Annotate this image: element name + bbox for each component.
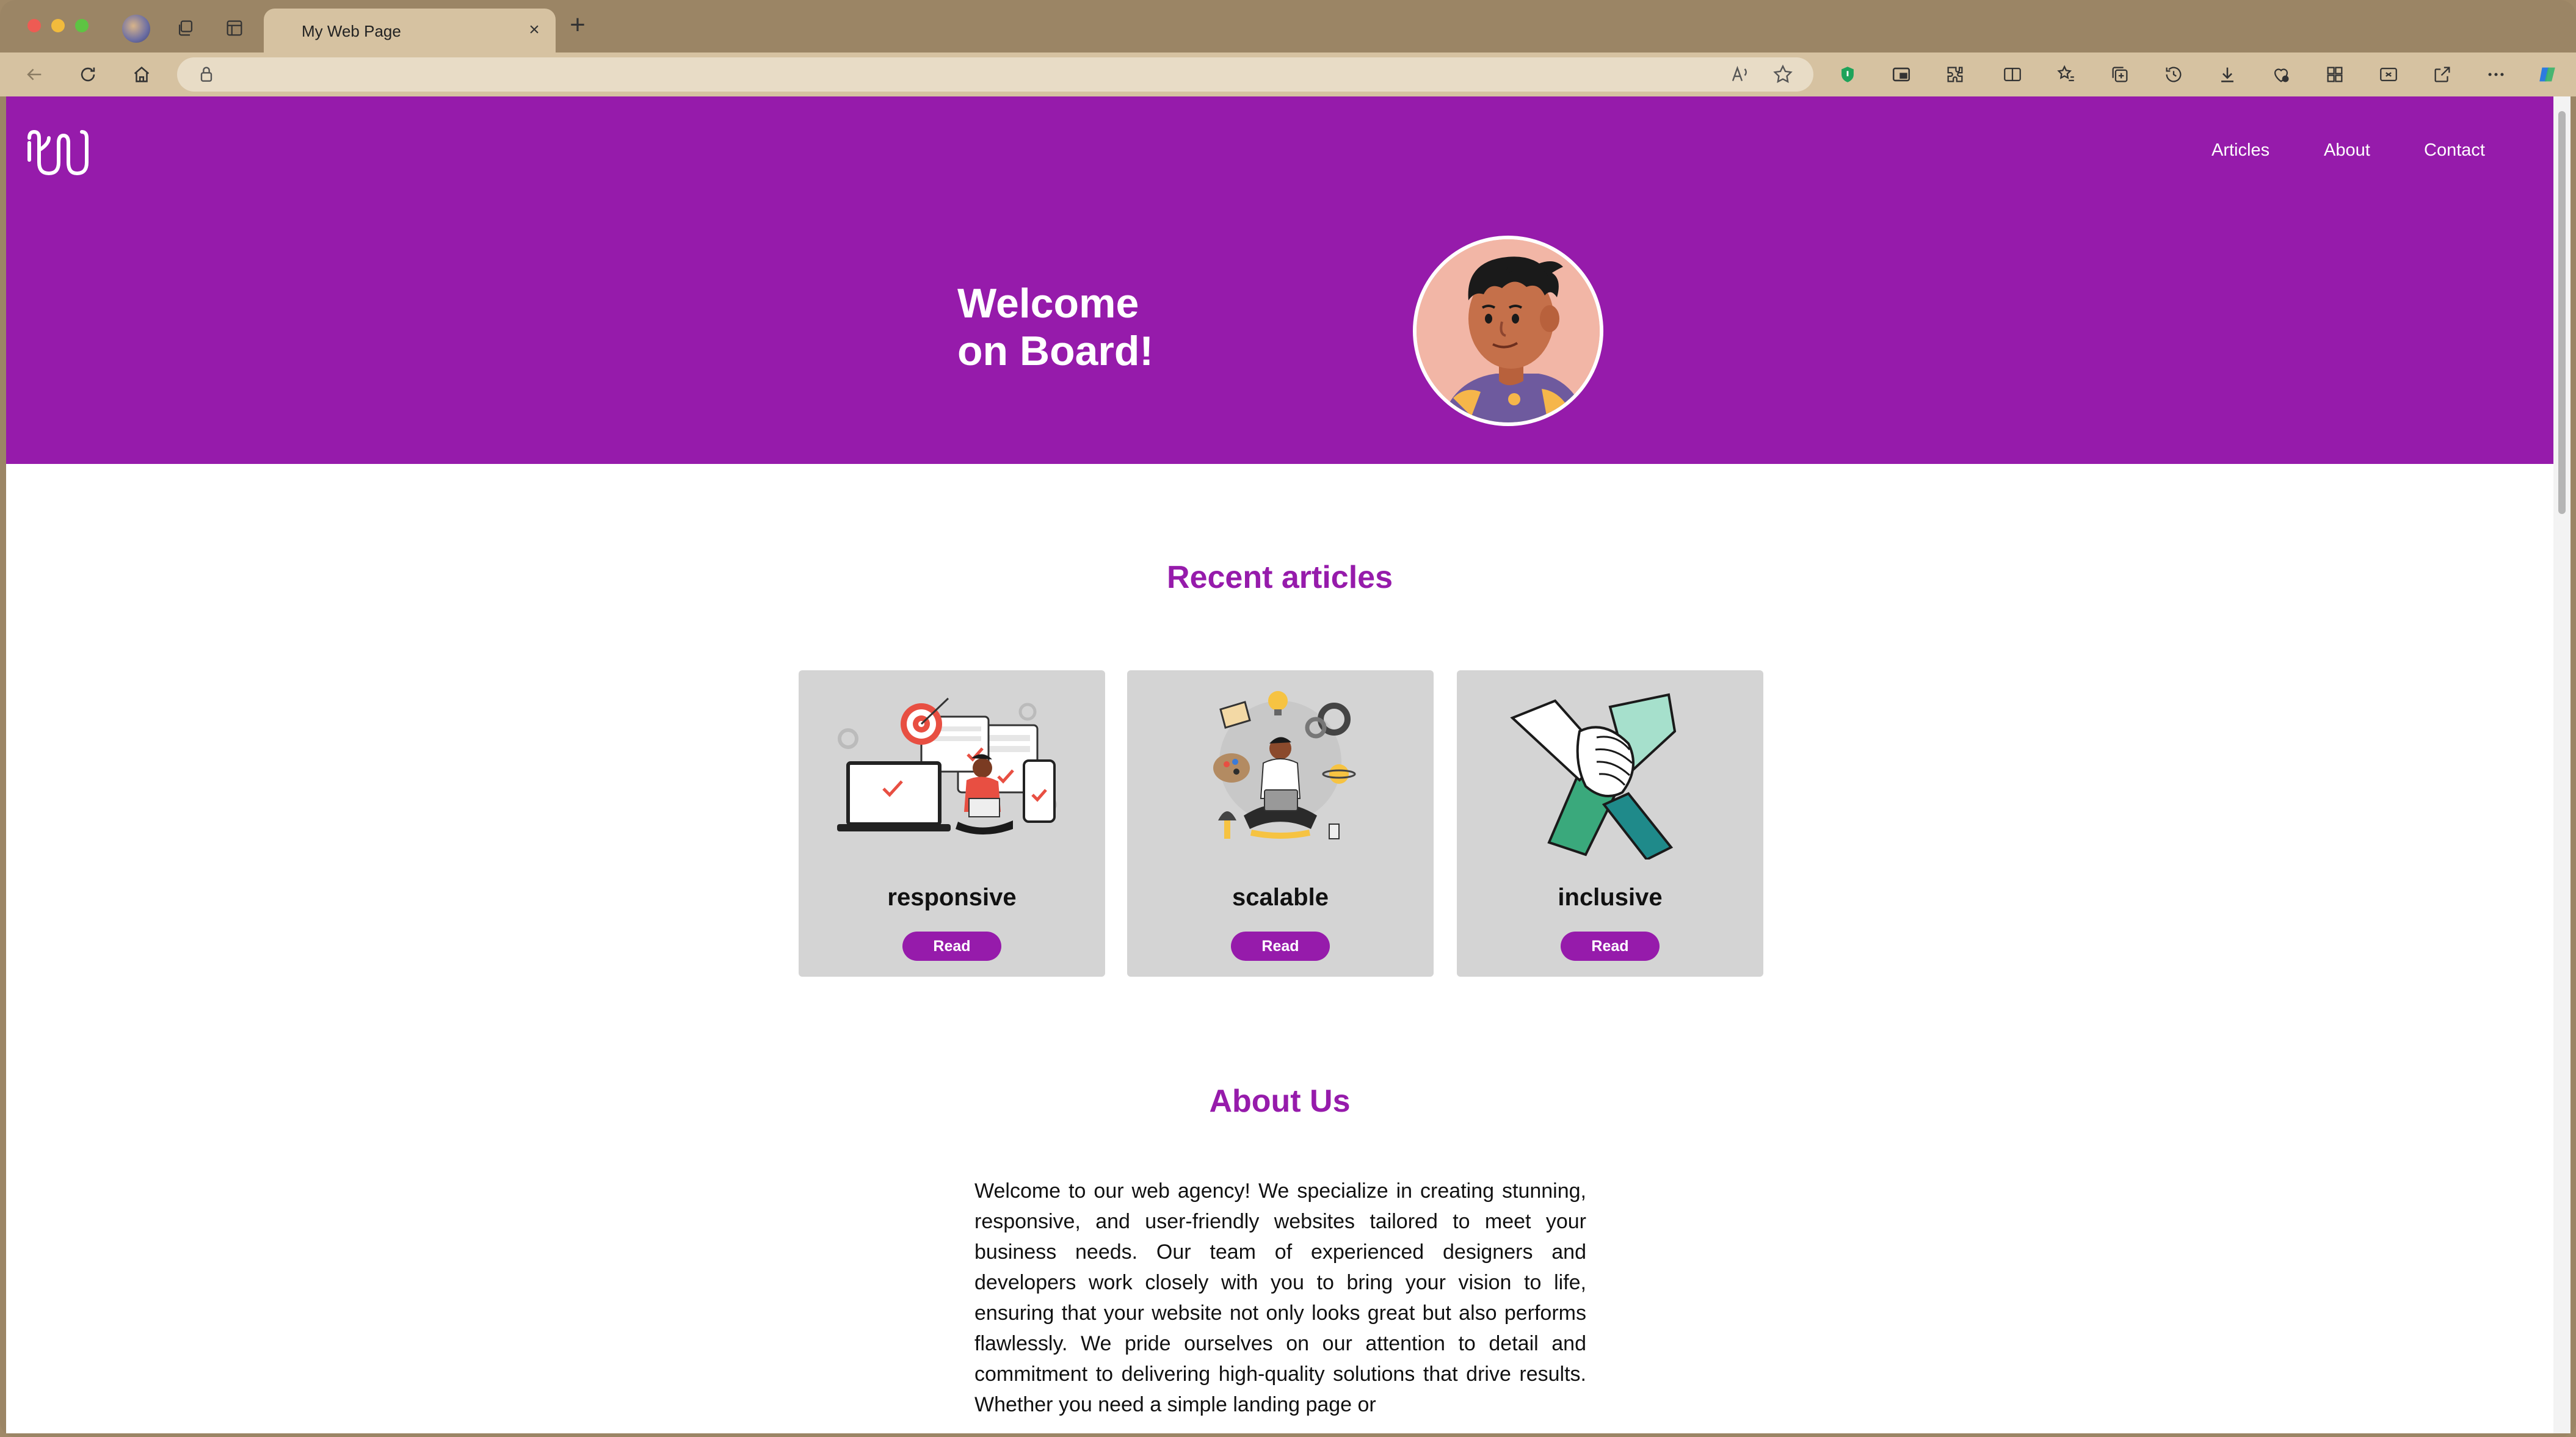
article-card-inclusive[interactable]: inclusive Read xyxy=(1457,670,1763,977)
performance-icon[interactable] xyxy=(2269,62,2293,87)
more-options-icon[interactable] xyxy=(2484,62,2508,87)
nav-contact[interactable]: Contact xyxy=(2424,140,2485,161)
scrollbar-thumb[interactable] xyxy=(2558,111,2566,514)
about-us-heading: About Us xyxy=(1209,1084,1351,1119)
card-title: scalable xyxy=(1232,884,1329,911)
extensions-icon[interactable] xyxy=(1943,62,1967,87)
responsive-devices-illustration xyxy=(837,697,1057,834)
hero-banner: Articles About Contact Welcome on Board! xyxy=(6,96,2553,464)
workspaces-icon[interactable] xyxy=(173,16,198,40)
split-screen-icon[interactable] xyxy=(2000,62,2025,87)
maximize-window-button[interactable] xyxy=(75,19,89,32)
address-bar[interactable] xyxy=(177,57,1813,92)
back-icon[interactable] xyxy=(22,62,46,87)
lock-icon xyxy=(200,67,212,82)
minimize-window-button[interactable] xyxy=(51,19,65,32)
about-us-text: Welcome to our web agency! We specialize… xyxy=(974,1179,1586,1416)
home-icon[interactable] xyxy=(129,62,154,87)
read-button[interactable]: Read xyxy=(902,932,1001,961)
tab-close-icon[interactable]: × xyxy=(524,20,545,40)
read-button[interactable]: Read xyxy=(1561,932,1660,961)
card-title: inclusive xyxy=(1558,884,1663,911)
page-viewport: Articles About Contact Welcome on Board! xyxy=(6,96,2553,1433)
refresh-icon[interactable] xyxy=(76,62,100,87)
tab-my-web-page[interactable]: My Web Page × xyxy=(264,9,556,52)
apps-icon[interactable] xyxy=(2323,62,2347,87)
nav-articles[interactable]: Articles xyxy=(2211,140,2269,161)
favorites-icon[interactable] xyxy=(2054,62,2078,87)
article-card-responsive[interactable]: responsive Read xyxy=(799,670,1105,977)
web-capture-icon[interactable] xyxy=(2376,62,2401,87)
scalable-person-illustration xyxy=(1213,691,1356,839)
hero-heading-line2: on Board! xyxy=(957,328,1154,374)
hero-avatar xyxy=(1413,236,1603,426)
recent-articles-heading: Recent articles xyxy=(1167,560,1393,595)
person-avatar-illustration xyxy=(1417,239,1600,422)
downloads-icon[interactable] xyxy=(2215,62,2240,87)
page-scrollbar[interactable] xyxy=(2553,96,2571,1433)
history-icon[interactable] xyxy=(2161,62,2186,87)
read-button[interactable]: Read xyxy=(1231,932,1330,961)
profile-avatar[interactable] xyxy=(122,15,150,43)
article-card-scalable[interactable]: scalable Read xyxy=(1127,670,1434,977)
new-tab-button[interactable]: + xyxy=(565,12,590,38)
tab-title: My Web Page xyxy=(302,22,401,40)
share-icon[interactable] xyxy=(2430,62,2454,87)
inclusive-hands-illustration xyxy=(1510,693,1677,860)
close-window-button[interactable] xyxy=(27,19,41,32)
picture-in-picture-icon[interactable] xyxy=(1889,62,1914,87)
tab-bar: My Web Page × + xyxy=(0,0,2576,52)
address-input[interactable] xyxy=(226,57,1691,92)
shield-extension-icon[interactable] xyxy=(1835,62,1860,87)
copilot-icon[interactable] xyxy=(2535,62,2560,87)
hero-heading-line1: Welcome xyxy=(957,280,1139,327)
browser-window: My Web Page × + Articles About Contact W… xyxy=(0,0,2576,1437)
nav-about[interactable]: About xyxy=(2324,140,2370,161)
collections-icon[interactable] xyxy=(2108,62,2132,87)
hero-heading: Welcome on Board! xyxy=(957,280,1214,375)
favorite-star-icon[interactable] xyxy=(1772,63,1794,85)
card-title: responsive xyxy=(887,884,1017,911)
tab-actions-icon[interactable] xyxy=(222,16,247,40)
site-logo[interactable] xyxy=(24,126,92,181)
browser-toolbar xyxy=(0,52,2576,96)
read-aloud-icon[interactable] xyxy=(1729,63,1751,85)
